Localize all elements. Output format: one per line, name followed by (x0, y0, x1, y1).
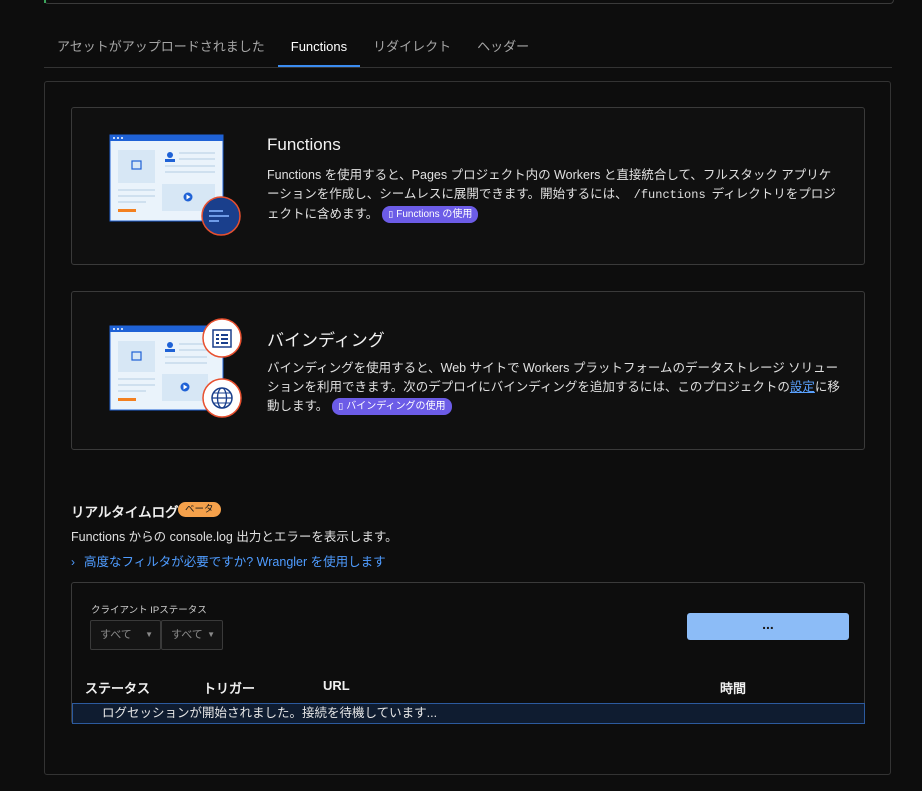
chevron-right-icon: › (71, 555, 75, 569)
realtime-logs-title: リアルタイムログ (71, 505, 179, 520)
chevron-down-icon: ▼ (145, 630, 153, 639)
functions-docs-badge-label: Functions の使用 (396, 209, 473, 221)
status-select[interactable]: すべて ▼ (161, 620, 223, 650)
previous-section-edge (44, 0, 894, 4)
functions-docs-badge[interactable]: ▯ Functions の使用 (382, 206, 479, 224)
bindings-description-text-1: バインディングを使用すると、Web サイトで Workers プラットフォームの… (267, 361, 839, 394)
tab-assets-uploaded[interactable]: アセットがアップロードされました (44, 28, 278, 67)
bindings-illustration (109, 318, 242, 418)
functions-description: Functions を使用すると、Pages プロジェクト内の Workers … (267, 166, 842, 224)
bindings-docs-badge-label: バインディングの使用 (346, 401, 446, 413)
filter-label: クライアント IPステータス (91, 605, 207, 616)
bindings-description: バインディングを使用すると、Web サイトで Workers プラットフォームの… (267, 359, 842, 416)
wrangler-link-label: 高度なフィルタが必要ですか? Wrangler を使用します (84, 555, 386, 569)
settings-link[interactable]: 設定 (790, 380, 815, 394)
status-select-value: すべて (171, 629, 203, 641)
column-url: URL (323, 678, 350, 693)
client-ip-select[interactable]: すべて ▼ (90, 620, 161, 650)
functions-code: /functions (633, 188, 706, 202)
book-icon: ▯ (338, 401, 344, 412)
realtime-logs-description: Functions からの console.log 出力とエラーを表示します。 (71, 530, 398, 544)
column-time: 時間 (720, 681, 747, 696)
chevron-down-icon: ▼ (207, 630, 215, 639)
log-waiting-row: ログセッションが開始されました。接続を待機しています... (72, 703, 865, 724)
functions-title: Functions (267, 135, 341, 154)
functions-illustration (109, 134, 241, 236)
bindings-docs-badge[interactable]: ▯ バインディングの使用 (332, 398, 452, 416)
tab-bar: アセットがアップロードされました Functions リダイレクト ヘッダー (44, 28, 892, 68)
bindings-card: バインディング バインディングを使用すると、Web サイトで Workers プ… (71, 291, 865, 450)
column-trigger: トリガー (203, 681, 256, 696)
log-action-button[interactable]: ... (687, 613, 849, 640)
beta-badge: ベータ (178, 502, 221, 517)
client-ip-select-value: すべて (100, 629, 132, 641)
bindings-title: バインディング (267, 331, 385, 350)
tab-functions[interactable]: Functions (277, 28, 361, 67)
functions-card: Functions Functions を使用すると、Pages プロジェクト内… (71, 107, 865, 265)
book-icon: ▯ (388, 209, 394, 220)
column-status: ステータス (85, 681, 151, 696)
status-accent (44, 0, 46, 3)
tab-redirects[interactable]: リダイレクト (360, 28, 464, 67)
tab-headers[interactable]: ヘッダー (464, 28, 542, 67)
wrangler-link[interactable]: › 高度なフィルタが必要ですか? Wrangler を使用します (71, 551, 386, 570)
